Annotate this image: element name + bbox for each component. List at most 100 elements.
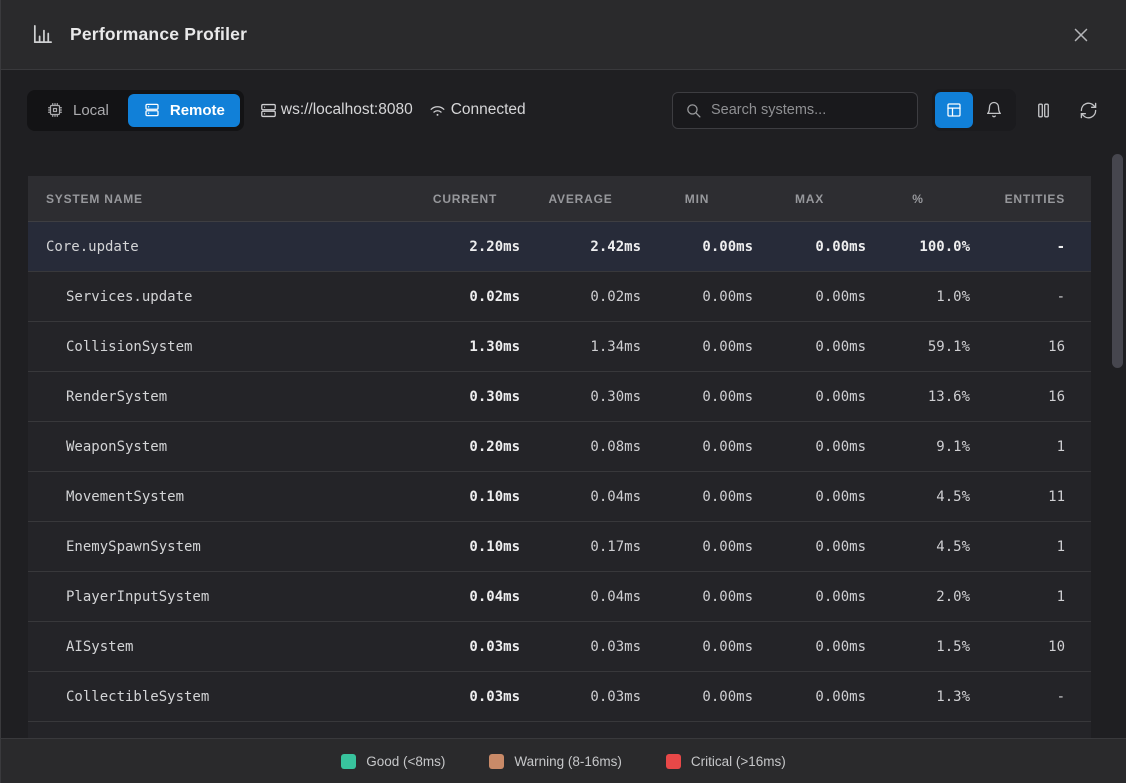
- min-cell: 0.00ms: [641, 389, 753, 405]
- table-body: Core.update 2.20ms 2.42ms 0.00ms 0.00ms …: [28, 222, 1091, 722]
- current-cell: 0.03ms: [410, 689, 520, 705]
- table-row[interactable]: EnemySpawnSystem 0.10ms 0.17ms 0.00ms 0.…: [28, 522, 1091, 572]
- profiler-window: Performance Profiler Local: [0, 0, 1126, 783]
- max-cell: 0.00ms: [753, 239, 866, 255]
- average-cell: 0.08ms: [520, 439, 641, 455]
- legend-item: Warning (8-16ms): [489, 754, 622, 769]
- table-layout-icon: [945, 101, 963, 119]
- cpu-icon: [46, 101, 64, 119]
- min-cell: 0.00ms: [641, 239, 753, 255]
- col-system-name: SYSTEM NAME: [28, 192, 410, 206]
- scrollbar-thumb[interactable]: [1112, 154, 1123, 368]
- min-cell: 0.00ms: [641, 489, 753, 505]
- search-input[interactable]: [711, 102, 905, 118]
- average-cell: 0.02ms: [520, 289, 641, 305]
- system-name-cell: AISystem: [28, 639, 410, 655]
- entities-cell: 1: [970, 589, 1065, 605]
- min-cell: 0.00ms: [641, 439, 753, 455]
- system-name-cell: WeaponSystem: [28, 439, 410, 455]
- table-view-button[interactable]: [935, 92, 973, 128]
- legend-label: Good (<8ms): [366, 754, 445, 769]
- entities-cell: -: [970, 289, 1065, 305]
- entities-cell: -: [970, 689, 1065, 705]
- percent-cell: 9.1%: [866, 439, 970, 455]
- connection-status-text: Connected: [451, 101, 526, 119]
- legend-swatch: [666, 754, 681, 769]
- table-row[interactable]: MovementSystem 0.10ms 0.04ms 0.00ms 0.00…: [28, 472, 1091, 522]
- current-cell: 2.20ms: [410, 239, 520, 255]
- table-row[interactable]: Core.update 2.20ms 2.42ms 0.00ms 0.00ms …: [28, 222, 1091, 272]
- current-cell: 0.30ms: [410, 389, 520, 405]
- table-row[interactable]: CollisionSystem 1.30ms 1.34ms 0.00ms 0.0…: [28, 322, 1091, 372]
- max-cell: 0.00ms: [753, 489, 866, 505]
- max-cell: 0.00ms: [753, 339, 866, 355]
- max-cell: 0.00ms: [753, 389, 866, 405]
- legend-item: Critical (>16ms): [666, 754, 786, 769]
- current-cell: 0.20ms: [410, 439, 520, 455]
- wifi-icon: [428, 101, 447, 120]
- legend: Good (<8ms) Warning (8-16ms) Critical (>…: [1, 738, 1126, 783]
- system-name-cell: RenderSystem: [28, 389, 410, 405]
- view-alerts-group: [932, 89, 1016, 131]
- entities-cell: 10: [970, 639, 1065, 655]
- refresh-icon: [1079, 101, 1098, 120]
- mode-segmented-control: Local Remote: [27, 90, 244, 131]
- systems-table: SYSTEM NAME CURRENT AVERAGE MIN MAX % EN…: [28, 176, 1091, 738]
- server-stack-icon: [143, 101, 161, 119]
- close-icon[interactable]: [1066, 20, 1096, 50]
- col-average: AVERAGE: [520, 192, 641, 206]
- pause-icon: [1034, 101, 1053, 120]
- table-header: SYSTEM NAME CURRENT AVERAGE MIN MAX % EN…: [28, 176, 1091, 222]
- system-name-cell: MovementSystem: [28, 489, 410, 505]
- percent-cell: 4.5%: [866, 539, 970, 555]
- percent-cell: 100.0%: [866, 239, 970, 255]
- max-cell: 0.00ms: [753, 689, 866, 705]
- title-bar: Performance Profiler: [1, 0, 1126, 70]
- refresh-button[interactable]: [1077, 99, 1100, 122]
- entities-cell: 11: [970, 489, 1065, 505]
- ws-url-text: ws://localhost:8080: [281, 101, 413, 119]
- entities-cell: 1: [970, 439, 1065, 455]
- percent-cell: 1.5%: [866, 639, 970, 655]
- table-row[interactable]: WeaponSystem 0.20ms 0.08ms 0.00ms 0.00ms…: [28, 422, 1091, 472]
- current-cell: 0.04ms: [410, 589, 520, 605]
- max-cell: 0.00ms: [753, 539, 866, 555]
- max-cell: 0.00ms: [753, 289, 866, 305]
- table-row[interactable]: RenderSystem 0.30ms 0.30ms 0.00ms 0.00ms…: [28, 372, 1091, 422]
- table-row[interactable]: Services.update 0.02ms 0.02ms 0.00ms 0.0…: [28, 272, 1091, 322]
- connection-status: Connected: [428, 101, 526, 120]
- bar-chart-icon: [31, 23, 54, 46]
- min-cell: 0.00ms: [641, 289, 753, 305]
- col-percent: %: [866, 192, 970, 206]
- page-title: Performance Profiler: [70, 24, 247, 45]
- average-cell: 0.17ms: [520, 539, 641, 555]
- entities-cell: 16: [970, 339, 1065, 355]
- legend-label: Critical (>16ms): [691, 754, 786, 769]
- percent-cell: 4.5%: [866, 489, 970, 505]
- remote-mode-label: Remote: [170, 102, 225, 119]
- average-cell: 0.03ms: [520, 639, 641, 655]
- average-cell: 0.04ms: [520, 489, 641, 505]
- average-cell: 1.34ms: [520, 339, 641, 355]
- scrollbar-track[interactable]: [1112, 152, 1123, 736]
- search-box: [672, 92, 918, 129]
- table-row[interactable]: PlayerInputSystem 0.04ms 0.04ms 0.00ms 0…: [28, 572, 1091, 622]
- col-current: CURRENT: [410, 192, 520, 206]
- local-mode-label: Local: [73, 102, 109, 119]
- remote-mode-button[interactable]: Remote: [128, 94, 240, 127]
- alerts-button[interactable]: [975, 92, 1013, 128]
- table-row[interactable]: AISystem 0.03ms 0.03ms 0.00ms 0.00ms 1.5…: [28, 622, 1091, 672]
- toolbar-left: Local Remote: [27, 90, 526, 131]
- table-row[interactable]: CollectibleSystem 0.03ms 0.03ms 0.00ms 0…: [28, 672, 1091, 722]
- min-cell: 0.00ms: [641, 539, 753, 555]
- min-cell: 0.00ms: [641, 339, 753, 355]
- server-stack-icon: [259, 101, 278, 120]
- pause-button[interactable]: [1032, 99, 1055, 122]
- min-cell: 0.00ms: [641, 689, 753, 705]
- current-cell: 0.10ms: [410, 489, 520, 505]
- entities-cell: 1: [970, 539, 1065, 555]
- min-cell: 0.00ms: [641, 639, 753, 655]
- col-max: MAX: [753, 192, 866, 206]
- local-mode-button[interactable]: Local: [31, 94, 124, 127]
- toolbar-right: [672, 89, 1100, 131]
